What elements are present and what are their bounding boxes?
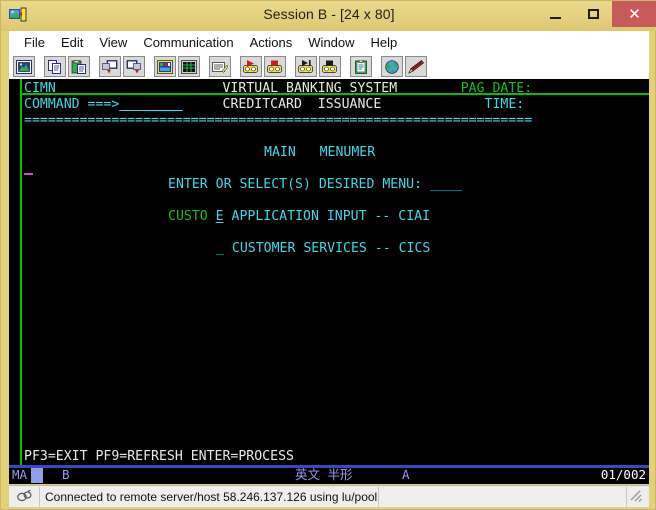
spreadsheet-icon — [181, 59, 197, 74]
oia-status-block — [31, 468, 43, 483]
terminal-row-pfkeys: PF3=EXIT PF9=REFRESH ENTER=PROCESS — [24, 449, 294, 465]
close-icon: ✕ — [628, 5, 641, 23]
option-cics-label[interactable]: _ CUSTOMER SERVICES -- CICS — [216, 241, 430, 256]
copy-icon — [48, 59, 61, 74]
close-button[interactable]: ✕ — [612, 1, 656, 27]
screen-subtitle: CREDITCARD ISSUANCE — [182, 97, 382, 112]
option-ciai-space — [208, 209, 216, 224]
screen-pag-date-label: PAG DATE: — [397, 81, 533, 96]
paste-button[interactable] — [68, 56, 90, 77]
terminal-row-menu-title: MAIN MENUMER — [264, 145, 375, 161]
toolbar-separator — [288, 56, 295, 77]
application-window: Session B - [24 x 80] ✕ File Edit View C… — [0, 0, 656, 510]
menu-item-edit[interactable]: Edit — [53, 33, 91, 52]
separator-line: ========================================… — [24, 113, 533, 128]
toolbar-separator — [233, 56, 240, 77]
pencil-edit-button[interactable] — [405, 56, 427, 77]
screen-id-field: CIMN — [24, 81, 56, 96]
maximize-button[interactable] — [574, 1, 612, 27]
pfkey-legend: PF3=EXIT PF9=REFRESH ENTER=PROCESS — [24, 449, 294, 464]
color-map-icon — [157, 59, 173, 74]
menu-item-file[interactable]: File — [16, 33, 53, 52]
screen-time-label: TIME: — [381, 97, 525, 112]
toolbar — [9, 54, 649, 79]
color-map-button[interactable] — [154, 56, 176, 77]
play-macro-button[interactable] — [295, 56, 317, 77]
maximize-icon — [587, 9, 599, 19]
title-bar[interactable]: Session B - [24 x 80] ✕ — [1, 1, 656, 31]
minimize-button[interactable] — [536, 1, 574, 27]
spreadsheet-button[interactable] — [178, 56, 200, 77]
status-message: Connected to remote server/host 58.246.1… — [45, 489, 379, 504]
resize-grip[interactable] — [627, 487, 649, 507]
status-spacer — [379, 486, 627, 507]
terminal-row-menu-prompt: ENTER OR SELECT(S) DESIRED MENU: ____ — [168, 177, 462, 193]
menu-title-text: MAIN MENUMER — [264, 145, 376, 160]
menu-item-window[interactable]: Window — [300, 33, 362, 52]
send-to-back-button[interactable] — [99, 56, 121, 77]
menu-item-actions[interactable]: Actions — [242, 33, 301, 52]
terminal-row-separator: ========================================… — [24, 113, 532, 129]
terminal-cursor — [24, 173, 33, 175]
option-ciai-prefix: CUSTO — [168, 209, 208, 224]
status-message-cell: Connected to remote server/host 58.246.1… — [40, 486, 379, 507]
terminal-row-command: COMMAND ===> ____ CREDITCARD ISSUANCE TI… — [24, 97, 524, 113]
clipboard-button[interactable] — [350, 56, 372, 77]
paste-icon — [71, 59, 86, 74]
pencil-edit-icon — [408, 59, 424, 74]
bring-to-front-button[interactable] — [123, 56, 145, 77]
toolbar-separator — [147, 56, 154, 77]
command-label: COMMAND ===> — [24, 97, 120, 112]
record-start-icon — [243, 59, 258, 73]
display-settings-icon — [16, 59, 32, 74]
toolbar-separator — [374, 56, 381, 77]
copy-button[interactable] — [44, 56, 66, 77]
window-controls: ✕ — [536, 1, 656, 31]
status-icon-cell — [9, 486, 40, 507]
keyboard-remap-icon — [212, 61, 228, 73]
play-macro-icon — [298, 59, 313, 73]
toolbar-separator — [92, 56, 99, 77]
record-stop-button[interactable] — [264, 56, 286, 77]
operator-information-area: MA B 英文 半形 A 01/002 — [9, 465, 649, 484]
oia-cursor-position: 01/002 — [600, 467, 646, 482]
option-ciai-label: APPLICATION INPUT -- CIAI — [223, 209, 431, 224]
bring-to-front-icon — [126, 59, 141, 73]
menu-item-help[interactable]: Help — [363, 33, 406, 52]
globe-icon — [385, 59, 399, 74]
screen-system-title: VIRTUAL BANKING SYSTEM — [55, 81, 398, 96]
clipboard-icon — [355, 59, 367, 74]
screen-left-border — [20, 79, 22, 465]
oia-connection-indicator: MA — [12, 467, 28, 482]
terminal-screen[interactable]: CIMN VIRTUAL BANKING SYSTEM PAG DATE: CO… — [9, 79, 649, 465]
menu-bar: File Edit View Communication Actions Win… — [9, 31, 649, 54]
menu-item-view[interactable]: View — [91, 33, 135, 52]
record-start-button[interactable] — [240, 56, 262, 77]
terminal-row-option-cics[interactable]: _ CUSTOMER SERVICES -- CICS — [216, 241, 430, 257]
terminal-row-option-ciai[interactable]: CUSTO E APPLICATION INPUT -- CIAI — [168, 209, 430, 225]
status-bar: Connected to remote server/host 58.246.1… — [9, 485, 649, 507]
oia-session-id: B — [62, 467, 70, 482]
toolbar-separator — [202, 56, 209, 77]
minimize-icon — [549, 17, 561, 19]
menu-item-communication[interactable]: Communication — [135, 33, 241, 52]
stop-macro-button[interactable] — [319, 56, 341, 77]
send-to-back-icon — [102, 59, 118, 73]
resize-grip-icon — [630, 490, 642, 502]
display-settings-button[interactable] — [13, 56, 35, 77]
terminal-row-header: CIMN VIRTUAL BANKING SYSTEM PAG DATE: — [24, 81, 532, 97]
toolbar-separator — [37, 56, 44, 77]
globe-button[interactable] — [381, 56, 403, 77]
toolbar-separator — [343, 56, 350, 77]
option-ciai-selector[interactable]: E — [216, 209, 224, 224]
command-input-field[interactable]: ____ — [119, 97, 183, 112]
stop-macro-icon — [322, 60, 337, 73]
menu-prompt-text[interactable]: ENTER OR SELECT(S) DESIRED MENU: ____ — [168, 177, 462, 192]
keyboard-remap-button[interactable] — [209, 56, 231, 77]
oia-input-mode-cjk: 英文 半形 — [295, 467, 353, 482]
oia-input-mode-letter: A — [402, 467, 410, 482]
record-stop-icon — [267, 60, 282, 73]
connection-link-icon — [16, 490, 32, 502]
